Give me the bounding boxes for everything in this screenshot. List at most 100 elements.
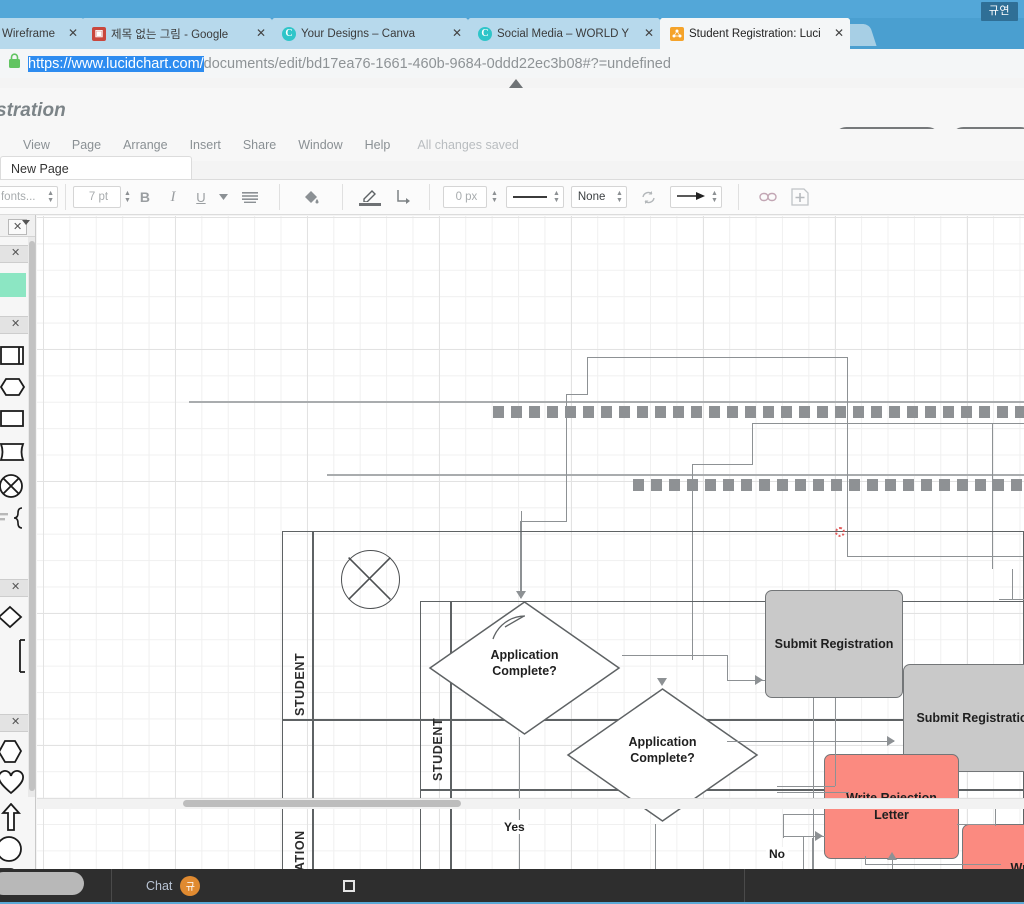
line-style-preview-icon <box>512 196 547 198</box>
line-color-icon[interactable] <box>353 184 387 210</box>
connector-segment <box>622 655 727 657</box>
tab-close-icon[interactable]: ✕ <box>642 26 656 41</box>
collapsed-panel-pill[interactable] <box>0 872 84 895</box>
bracket-icon[interactable] <box>12 639 28 678</box>
font-family-select[interactable]: ge fonts... ▲▼ <box>0 186 58 208</box>
browser-urlbar[interactable]: https://www.lucidchart.com/documents/edi… <box>0 49 1024 78</box>
tab-close-icon[interactable]: ✕ <box>66 26 80 41</box>
spinner-icon[interactable]: ▲ ▼ <box>553 190 560 204</box>
chat-panel[interactable]: Chat 규 <box>113 869 745 902</box>
diagram-canvas[interactable]: STUDENT ADMINISTRATION STUDENT ADMINISTR… <box>37 216 1024 869</box>
browser-tab-google-slides[interactable]: ▣ 제목 없는 그림 - Google ✕ <box>82 18 272 49</box>
shape-section-close-icon[interactable]: ✕ <box>11 581 20 593</box>
browser-tab-canva-designs[interactable]: C Your Designs – Canva ✕ <box>272 18 468 49</box>
restore-window-icon[interactable] <box>343 879 355 892</box>
rectangle-icon[interactable] <box>0 409 26 434</box>
font-size-spinner-icon[interactable]: ▲ ▼ <box>124 190 131 204</box>
arrow-up-icon[interactable] <box>0 802 23 836</box>
canvas-hscrollbar-thumb[interactable] <box>183 800 461 807</box>
swimlane-label-administration-1: ADMINISTRATION <box>293 756 307 869</box>
shape-section-close-icon[interactable]: ✕ <box>11 247 20 259</box>
menu-item-view[interactable]: View <box>12 134 61 156</box>
italic-button[interactable]: I <box>159 184 187 210</box>
line-jump-icon[interactable] <box>387 184 419 210</box>
menu-item-share[interactable]: Share <box>232 134 287 156</box>
underline-button[interactable]: U <box>187 184 215 210</box>
arrowhead-icon <box>755 675 763 685</box>
diamond-icon[interactable] <box>0 605 26 634</box>
circle-cross-node[interactable] <box>341 550 400 609</box>
add-note-icon[interactable] <box>783 184 817 210</box>
menu-item-insert[interactable]: Insert <box>179 134 232 156</box>
circle-icon[interactable] <box>0 835 26 868</box>
browser-tabstrip: Wireframe ✕ ▣ 제목 없는 그림 - Google ✕ C Your… <box>0 18 1024 49</box>
save-status-label: All changes saved <box>417 138 519 152</box>
connector-segment <box>865 864 1001 866</box>
internal-storage-icon[interactable] <box>0 345 26 372</box>
toolbar-divider <box>341 184 343 210</box>
border-width-select[interactable]: 0 px <box>442 186 487 208</box>
bold-button[interactable]: B <box>131 184 159 210</box>
browser-tab-lucidchart[interactable]: Student Registration: Luci ✕ <box>660 18 850 49</box>
align-icon[interactable] <box>233 184 267 210</box>
brace-icon[interactable] <box>0 507 28 534</box>
connector-segment <box>777 786 835 788</box>
spinner-icon[interactable]: ▲ ▼ <box>711 190 718 204</box>
chevron-down-icon[interactable] <box>215 184 233 210</box>
color-swatch-mint[interactable] <box>0 273 26 297</box>
hexagon-icon[interactable] <box>0 739 26 770</box>
connector-segment <box>692 464 752 466</box>
page-tab-new-page[interactable]: New Page <box>0 156 192 180</box>
browser-tab-canva-social[interactable]: C Social Media – WORLD Y ✕ <box>468 18 660 49</box>
menu-item-page[interactable]: Page <box>61 134 112 156</box>
toolbar-divider <box>278 184 280 210</box>
chevron-down-icon[interactable] <box>22 220 30 225</box>
connection-handle-dot[interactable] <box>835 527 845 537</box>
menu-item-arrange[interactable]: Arrange <box>112 134 178 156</box>
circle-cross-icon[interactable] <box>0 473 26 504</box>
swimlane-label-administration-2: ADMINISTRATION <box>431 826 445 869</box>
process-node-write-rejection-letter-2[interactable]: Write I L <box>962 824 1024 869</box>
tape-icon[interactable] <box>0 441 26 468</box>
connector-segment <box>847 357 849 557</box>
toolbar-divider <box>428 184 430 210</box>
connector-segment <box>865 856 867 864</box>
connector-segment <box>999 599 1024 601</box>
connector-segment <box>727 655 729 681</box>
url-text[interactable]: https://www.lucidchart.com/documents/edi… <box>28 55 671 72</box>
menu-item-window[interactable]: Window <box>287 134 353 156</box>
tab-close-icon[interactable]: ✕ <box>832 26 846 41</box>
container-edge-line <box>189 401 1024 403</box>
flip-icon[interactable] <box>633 184 665 210</box>
arrowhead-icon <box>815 831 823 841</box>
browser-tab-wireframe[interactable]: Wireframe ✕ <box>0 18 84 49</box>
fill-bucket-icon[interactable] <box>292 184 332 210</box>
lucidchart-app: stration My Documents Present View Page … <box>0 78 1024 869</box>
connector-segment <box>587 357 589 395</box>
tab-close-icon[interactable]: ✕ <box>254 26 268 41</box>
shape-section-close-icon[interactable]: ✕ <box>11 716 20 728</box>
decision-label-line1: Application <box>490 648 559 662</box>
shape-section-close-icon[interactable]: ✕ <box>11 318 20 330</box>
connector-segment <box>1012 569 1014 600</box>
hexagon-flat-icon[interactable] <box>0 377 26 402</box>
spinner-icon[interactable]: ▲ ▼ <box>47 190 54 204</box>
tab-title: Social Media – WORLD Y <box>497 27 630 40</box>
dash-style-select[interactable]: None ▲ ▼ <box>570 186 627 208</box>
heart-icon[interactable] <box>0 770 26 801</box>
border-width-spinner-icon[interactable]: ▲ ▼ <box>491 190 498 204</box>
shape-panel-scrollbar-thumb[interactable] <box>29 241 35 791</box>
tab-close-icon[interactable]: ✕ <box>450 26 464 41</box>
process-node-submit-registration-1[interactable]: Submit Registration <box>765 590 903 698</box>
arrow-style-select[interactable]: ▲ ▼ <box>669 186 722 208</box>
avatar[interactable]: 규 <box>180 875 201 896</box>
line-style-select[interactable]: ▲ ▼ <box>505 186 564 208</box>
menu-item-help[interactable]: Help <box>354 134 402 156</box>
swimlane-header-divider <box>312 531 314 869</box>
link-icon[interactable] <box>753 184 783 210</box>
page-tab-label: New Page <box>11 161 69 176</box>
document-title[interactable]: stration <box>0 100 66 122</box>
connector-segment <box>752 423 754 465</box>
font-size-select[interactable]: 7 pt <box>73 186 121 208</box>
spinner-icon[interactable]: ▲ ▼ <box>616 190 623 204</box>
